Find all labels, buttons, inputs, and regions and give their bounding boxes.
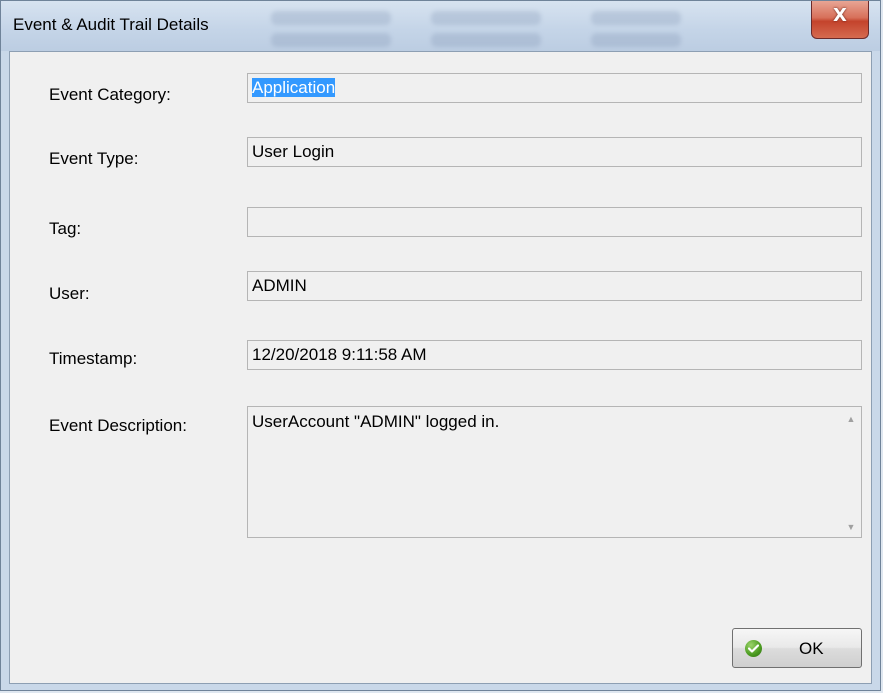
close-button[interactable]: X (811, 1, 869, 39)
scroll-down-icon[interactable]: ▼ (841, 517, 861, 537)
user-field[interactable]: ADMIN (247, 271, 862, 301)
check-circle-icon (745, 640, 762, 657)
event-type-label: Event Type: (49, 149, 139, 168)
user-label: User: (49, 284, 90, 303)
event-type-field[interactable]: User Login (247, 137, 862, 167)
tag-field[interactable] (247, 207, 862, 237)
tag-label: Tag: (49, 219, 82, 238)
event-description-label: Event Description: (49, 416, 187, 435)
user-value: ADMIN (252, 276, 307, 295)
event-category-value: Application (252, 78, 336, 97)
description-scrollbar[interactable]: ▲ ▼ (841, 407, 861, 537)
ok-button[interactable]: OK (732, 628, 862, 668)
event-type-value: User Login (252, 142, 335, 161)
title-bar[interactable]: Event & Audit Trail Details X (1, 1, 880, 51)
event-category-label: Event Category: (49, 85, 171, 104)
event-category-field[interactable]: Application (247, 73, 862, 103)
event-description-field[interactable]: UserAccount "ADMIN" logged in. ▲ ▼ (247, 406, 862, 538)
timestamp-value: 12/20/2018 9:11:58 AM (252, 345, 427, 364)
scroll-up-icon[interactable]: ▲ (841, 409, 861, 429)
dialog-window: Event & Audit Trail Details X Event Cate… (0, 0, 881, 691)
dialog-body: Event Category: Application Event Type: … (9, 51, 872, 684)
event-description-value: UserAccount "ADMIN" logged in. (252, 412, 500, 431)
timestamp-label: Timestamp: (49, 349, 138, 368)
close-icon: X (833, 5, 847, 26)
timestamp-field[interactable]: 12/20/2018 9:11:58 AM (247, 340, 862, 370)
ok-label: OK (799, 639, 824, 658)
window-title: Event & Audit Trail Details (13, 15, 209, 34)
